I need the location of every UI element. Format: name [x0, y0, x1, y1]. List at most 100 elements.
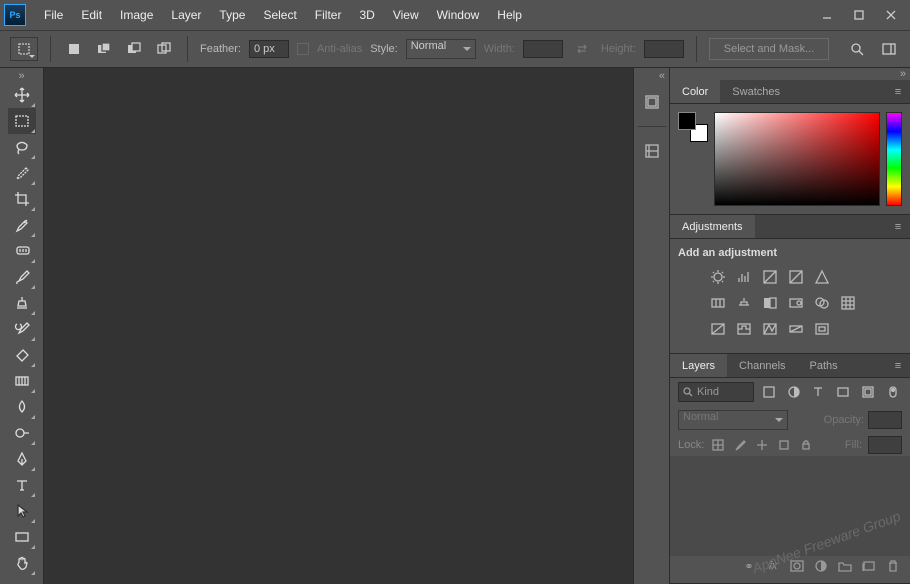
- search-icon[interactable]: [846, 38, 868, 60]
- levels-icon[interactable]: [734, 267, 754, 287]
- filter-pixel-icon[interactable]: [760, 382, 779, 402]
- selection-intersect-icon[interactable]: [153, 38, 175, 60]
- menu-filter[interactable]: Filter: [307, 4, 350, 26]
- lock-artboard-icon[interactable]: [776, 437, 792, 453]
- filter-shape-icon[interactable]: [834, 382, 853, 402]
- channel-mixer-icon[interactable]: [812, 293, 832, 313]
- move-tool[interactable]: [8, 82, 36, 108]
- divider: [50, 36, 51, 62]
- healing-brush-tool[interactable]: [8, 238, 36, 264]
- selection-new-icon[interactable]: [63, 38, 85, 60]
- threshold-icon[interactable]: [760, 319, 780, 339]
- layer-kind-label: Kind: [697, 386, 719, 398]
- foreground-color-swatch[interactable]: [678, 112, 696, 130]
- dodge-tool[interactable]: [8, 420, 36, 446]
- foreground-background-swatch[interactable]: [678, 112, 708, 142]
- history-brush-tool[interactable]: [8, 316, 36, 342]
- dock-collapse-icon[interactable]: «: [634, 70, 669, 82]
- panels-expand-bar[interactable]: »: [670, 68, 910, 80]
- color-balance-icon[interactable]: [734, 293, 754, 313]
- layers-list[interactable]: AppNee Freeware Group: [670, 456, 910, 556]
- menu-layer[interactable]: Layer: [163, 4, 209, 26]
- lock-transparency-icon[interactable]: [710, 437, 726, 453]
- filter-adjustment-icon[interactable]: [784, 382, 803, 402]
- eraser-tool[interactable]: [8, 342, 36, 368]
- black-white-icon[interactable]: [760, 293, 780, 313]
- height-input: [644, 40, 684, 58]
- tab-layers[interactable]: Layers: [670, 354, 727, 377]
- new-adjustment-layer-icon[interactable]: [812, 560, 830, 575]
- color-lookup-icon[interactable]: [838, 293, 858, 313]
- menu-help[interactable]: Help: [489, 4, 530, 26]
- tab-color[interactable]: Color: [670, 80, 720, 103]
- rectangular-marquee-tool[interactable]: [8, 108, 36, 134]
- menu-3d[interactable]: 3D: [351, 4, 382, 26]
- clone-stamp-tool[interactable]: [8, 290, 36, 316]
- delete-layer-icon[interactable]: [884, 560, 902, 575]
- eyedropper-tool[interactable]: [8, 212, 36, 238]
- filter-smart-icon[interactable]: [859, 382, 878, 402]
- panel-menu-icon[interactable]: ≡: [886, 354, 910, 377]
- lock-position-icon[interactable]: [754, 437, 770, 453]
- tool-preset-picker[interactable]: [10, 37, 38, 61]
- quick-selection-tool[interactable]: [8, 160, 36, 186]
- exposure-icon[interactable]: [786, 267, 806, 287]
- new-group-icon[interactable]: [836, 560, 854, 575]
- vibrance-icon[interactable]: [812, 267, 832, 287]
- feather-input[interactable]: [249, 40, 289, 58]
- pen-tool[interactable]: [8, 446, 36, 472]
- selection-add-icon[interactable]: [93, 38, 115, 60]
- lock-label: Lock:: [678, 439, 704, 451]
- gradient-map-icon[interactable]: [786, 319, 806, 339]
- type-tool[interactable]: [8, 472, 36, 498]
- panel-menu-icon[interactable]: ≡: [886, 80, 910, 103]
- select-and-mask-button[interactable]: Select and Mask...: [709, 38, 830, 60]
- layer-filter-kind[interactable]: Kind: [678, 382, 754, 402]
- photo-filter-icon[interactable]: [786, 293, 806, 313]
- brightness-contrast-icon[interactable]: [708, 267, 728, 287]
- document-canvas[interactable]: [44, 68, 634, 584]
- hue-slider[interactable]: [886, 112, 902, 206]
- workspace-switcher-icon[interactable]: [878, 38, 900, 60]
- filter-type-icon[interactable]: [809, 382, 828, 402]
- lock-all-icon[interactable]: [798, 437, 814, 453]
- path-selection-tool[interactable]: [8, 498, 36, 524]
- menu-window[interactable]: Window: [429, 4, 488, 26]
- tab-swatches[interactable]: Swatches: [720, 80, 792, 103]
- new-layer-icon[interactable]: [860, 560, 878, 575]
- tab-channels[interactable]: Channels: [727, 354, 797, 377]
- menu-view[interactable]: View: [385, 4, 427, 26]
- feather-label: Feather:: [200, 43, 241, 55]
- history-panel-icon[interactable]: [638, 88, 666, 116]
- hue-saturation-icon[interactable]: [708, 293, 728, 313]
- posterize-icon[interactable]: [734, 319, 754, 339]
- menu-edit[interactable]: Edit: [73, 4, 110, 26]
- toolbox-expand-icon[interactable]: »: [0, 70, 43, 82]
- crop-tool[interactable]: [8, 186, 36, 212]
- minimize-button[interactable]: [812, 4, 842, 26]
- panel-menu-icon[interactable]: ≡: [886, 215, 910, 238]
- brush-tool[interactable]: [8, 264, 36, 290]
- curves-icon[interactable]: [760, 267, 780, 287]
- maximize-button[interactable]: [844, 4, 874, 26]
- lock-pixels-icon[interactable]: [732, 437, 748, 453]
- menu-type[interactable]: Type: [211, 4, 253, 26]
- style-select[interactable]: Normal: [406, 39, 476, 59]
- color-field[interactable]: [714, 112, 880, 206]
- tab-paths[interactable]: Paths: [798, 354, 850, 377]
- blur-tool[interactable]: [8, 394, 36, 420]
- menu-image[interactable]: Image: [112, 4, 161, 26]
- tab-adjustments[interactable]: Adjustments: [670, 215, 755, 238]
- hand-tool[interactable]: [8, 550, 36, 576]
- properties-panel-icon[interactable]: [638, 137, 666, 165]
- menu-file[interactable]: File: [36, 4, 71, 26]
- close-button[interactable]: [876, 4, 906, 26]
- gradient-tool[interactable]: [8, 368, 36, 394]
- filter-toggle-icon[interactable]: [883, 382, 902, 402]
- lasso-tool[interactable]: [8, 134, 36, 160]
- menu-select[interactable]: Select: [255, 4, 304, 26]
- invert-icon[interactable]: [708, 319, 728, 339]
- selective-color-icon[interactable]: [812, 319, 832, 339]
- selection-subtract-icon[interactable]: [123, 38, 145, 60]
- rectangle-tool[interactable]: [8, 524, 36, 550]
